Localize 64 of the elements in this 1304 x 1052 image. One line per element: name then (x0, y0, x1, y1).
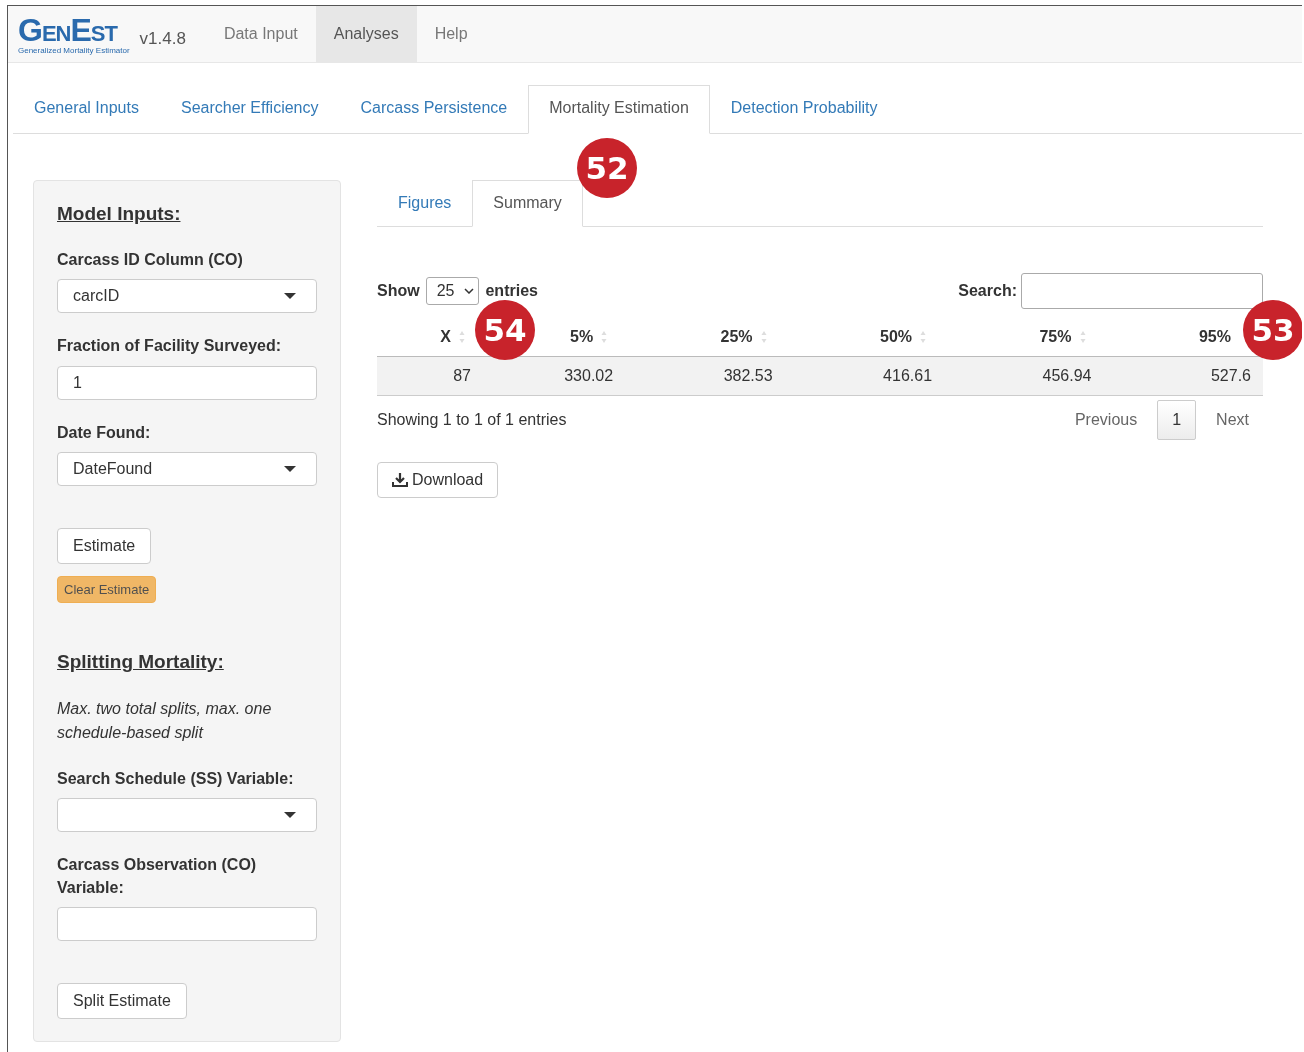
select-field[interactable]: carcID (57, 279, 317, 314)
search-field[interactable] (1021, 273, 1263, 309)
clear-estimate-button[interactable]: Clear Estimate (57, 576, 157, 604)
input-field[interactable]: 1 (57, 365, 317, 400)
table-cell: 527.6 (1103, 356, 1263, 396)
table-cell: 416.61 (784, 356, 945, 396)
column-header[interactable]: 95% (1198, 328, 1231, 346)
section-heading: Model Inputs: (57, 203, 181, 225)
column-header[interactable]: X (440, 328, 451, 346)
column-header[interactable]: 5% (570, 328, 594, 346)
tab[interactable]: General Inputs (13, 85, 160, 134)
nav-link[interactable]: Analyses (315, 6, 417, 62)
search-label: Search: (958, 282, 1017, 300)
split-estimate-button[interactable]: Split Estimate (57, 983, 187, 1020)
table-cell: 330.02 (483, 356, 626, 396)
column-header[interactable]: 75% (1039, 328, 1072, 346)
caret-icon (284, 466, 296, 473)
download-icon (392, 473, 408, 487)
section-heading: Splitting Mortality: (57, 651, 224, 674)
caret-icon (284, 812, 296, 819)
version-label: v1.4.8 (139, 29, 186, 49)
field-label: Search Schedule (SS) Variable: (57, 768, 294, 789)
logo: GenEst (18, 13, 119, 46)
callout-badge: 53 (1243, 300, 1302, 360)
table-info: Showing 1 to 1 of 1 entries (377, 411, 567, 429)
tab[interactable]: Carcass Persistence (339, 85, 529, 134)
sort-icon (920, 330, 927, 344)
tab[interactable]: Summary (472, 180, 583, 227)
sort-icon (1079, 330, 1086, 344)
field-label: Carcass ID Column (CO) (57, 250, 243, 270)
field-label: Carcass Observation (CO) Variable: (57, 855, 258, 898)
tab[interactable]: Searcher Efficiency (159, 85, 340, 134)
table-cell: 382.53 (625, 356, 785, 396)
table-cell: 456.94 (944, 356, 1104, 396)
previous-button[interactable]: Previous (1060, 401, 1152, 439)
callout-badge: 54 (475, 300, 535, 360)
column-header[interactable]: 50% (880, 328, 913, 346)
show-label: Show (377, 282, 420, 300)
page-size-select[interactable]: 25 (425, 277, 480, 305)
sort-icon (601, 330, 608, 344)
tab[interactable]: Detection Probability (709, 85, 899, 134)
page-button[interactable]: 1 (1157, 400, 1197, 440)
nav-link[interactable]: Data Input (205, 6, 316, 62)
nav-link[interactable]: Help (416, 6, 486, 62)
tab[interactable]: Figures (377, 180, 473, 227)
sort-icon (459, 330, 465, 344)
select-field[interactable]: DateFound (57, 452, 317, 487)
callout-badge: 52 (577, 138, 637, 198)
logo-subtitle: Generalized Mortality Estimator (18, 45, 130, 55)
column-header[interactable]: 25% (720, 328, 753, 346)
sort-icon (760, 330, 767, 344)
download-button[interactable]: Download (377, 462, 499, 498)
input-field[interactable] (57, 906, 317, 942)
entries-label: entries (485, 282, 538, 300)
select-field[interactable] (57, 798, 317, 833)
tab[interactable]: Mortality Estimation (528, 85, 710, 134)
caret-icon (284, 293, 296, 300)
next-button[interactable]: Next (1202, 401, 1263, 439)
estimate-button[interactable]: Estimate (57, 528, 152, 565)
chevron-icon (464, 288, 475, 294)
field-label: Date Found: (57, 422, 151, 443)
table-cell: 87 (377, 356, 483, 396)
field-label: Fraction of Facility Surveyed: (57, 336, 282, 357)
split-note: Max. two total splits, max. one schedule-based split (57, 699, 273, 743)
